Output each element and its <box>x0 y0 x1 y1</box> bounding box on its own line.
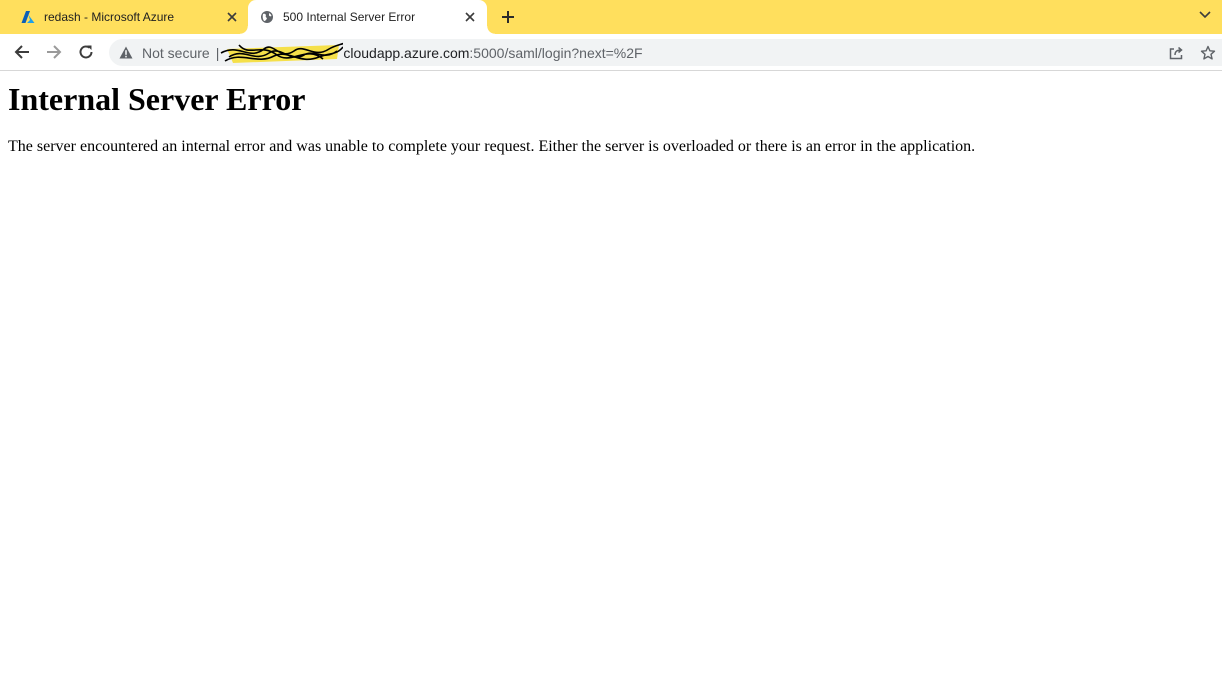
back-arrow-icon[interactable] <box>12 42 32 62</box>
page-heading: Internal Server Error <box>8 81 306 117</box>
azure-logo-icon <box>20 9 36 25</box>
close-icon[interactable] <box>462 9 478 25</box>
warning-triangle-icon[interactable] <box>118 45 134 61</box>
redacted-hostname-scribble <box>219 39 346 66</box>
tab-strip: redash - Microsoft Azure 500 Internal Se… <box>0 0 1222 34</box>
tab-internal-server-error[interactable]: 500 Internal Server Error <box>240 0 495 34</box>
bookmark-star-icon[interactable] <box>1199 44 1217 62</box>
reload-icon[interactable] <box>76 42 96 62</box>
globe-icon <box>259 9 275 25</box>
tab-title: 500 Internal Server Error <box>283 10 416 24</box>
browser-toolbar: Not secure | cloudapp.azure.com :5000/sa… <box>0 34 1222 71</box>
chevron-down-icon[interactable] <box>1196 6 1214 24</box>
forward-arrow-icon[interactable] <box>44 42 64 62</box>
url-host: cloudapp.azure.com <box>343 44 470 61</box>
page-content: Internal Server Error The server encount… <box>8 71 1214 157</box>
tab-redash-azure[interactable]: redash - Microsoft Azure <box>0 0 248 34</box>
tab-title: redash - Microsoft Azure <box>44 10 175 24</box>
error-message: The server encountered an internal error… <box>8 138 976 155</box>
url-path: :5000/saml/login?next=%2F <box>469 44 643 61</box>
close-icon[interactable] <box>224 9 240 25</box>
security-status-label[interactable]: Not secure <box>142 45 210 61</box>
new-tab-plus-icon[interactable] <box>499 8 517 26</box>
share-icon[interactable] <box>1167 44 1185 62</box>
address-bar[interactable]: Not secure | cloudapp.azure.com :5000/sa… <box>109 39 1222 66</box>
